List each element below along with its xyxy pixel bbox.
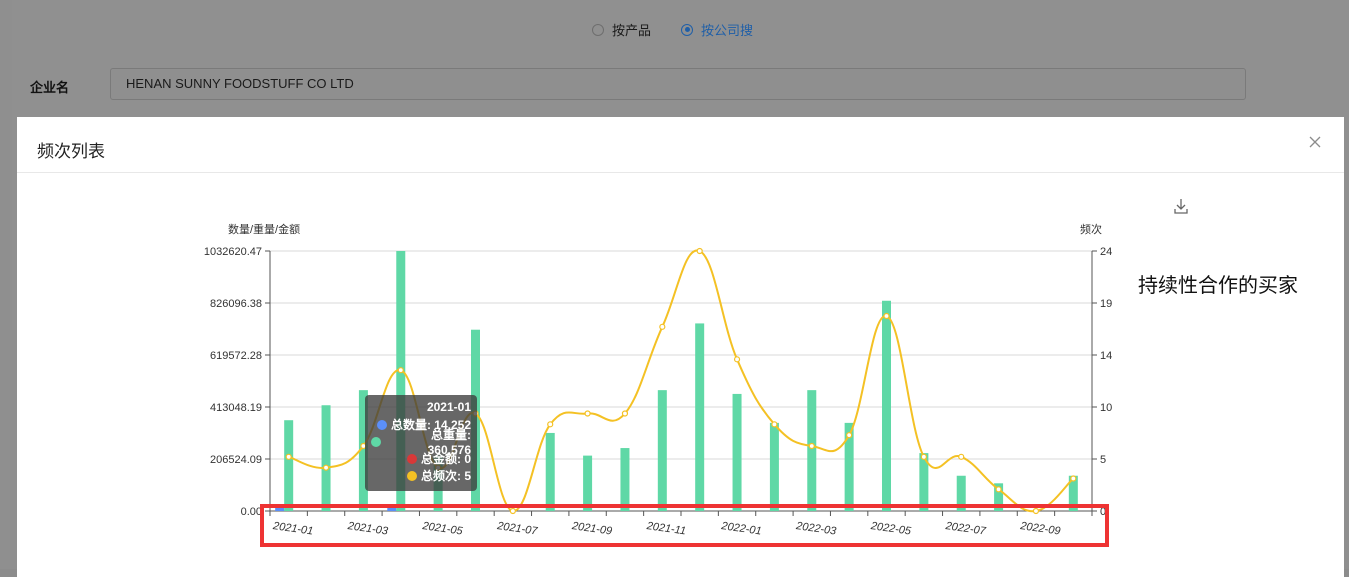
bar	[321, 405, 331, 511]
line-point	[322, 464, 330, 471]
left-tick-label: 413048.19	[210, 402, 262, 414]
radio-by-product-label[interactable]: 按产品	[612, 20, 651, 39]
x-tick-label: 2021-07	[495, 520, 539, 538]
radio-by-product[interactable]	[592, 23, 604, 36]
bar	[769, 422, 779, 511]
bar	[807, 390, 817, 511]
bar	[545, 432, 555, 511]
right-tick-label: 19	[1100, 298, 1112, 310]
line-point	[1070, 475, 1077, 482]
chart-tooltip: 2021-01 总数量: 14,252 总重量: 360,576 总金额: 0 …	[365, 395, 477, 491]
x-tick-label: 2022-01	[720, 520, 763, 538]
x-tick-label: 2021-05	[421, 520, 465, 538]
left-tick-label: 206524.09	[210, 454, 262, 466]
left-tick-label: 619572.28	[210, 350, 262, 362]
tooltip-title: 2021-01	[426, 400, 471, 414]
bar	[882, 300, 891, 511]
line-point	[397, 367, 404, 374]
bar	[732, 393, 742, 511]
left-axis-name: 数量/重量/金额	[228, 222, 300, 236]
line-point	[846, 432, 853, 439]
right-tick-label: 24	[1100, 246, 1112, 258]
company-name-label: 企业名	[30, 81, 70, 96]
frequency-chart: 数量/重量/金额 频次 1032620.47 24 826096.38 19 61957…	[204, 222, 1112, 538]
bar	[956, 475, 966, 511]
line-point	[771, 421, 778, 428]
right-tick-label: 14	[1100, 350, 1112, 362]
line-point	[883, 312, 890, 320]
x-tick-label: 2021-03	[346, 520, 390, 538]
tooltip-row-label: 总频次: 5	[420, 469, 471, 483]
right-tick-label: 5	[1100, 454, 1106, 466]
bar	[620, 448, 630, 511]
line-point	[1032, 507, 1040, 515]
x-tick-label: 2022-03	[794, 520, 838, 538]
radio-by-company-label[interactable]: 按公司搜	[701, 20, 753, 39]
bar	[583, 455, 593, 511]
radio-by-company[interactable]	[681, 23, 694, 36]
line-point	[659, 323, 666, 330]
bar	[275, 507, 285, 511]
bar	[695, 323, 705, 511]
series-dot-icon	[406, 453, 417, 464]
left-tick-label: 1032620.47	[204, 246, 262, 258]
x-tick-label: 2022-07	[944, 520, 988, 538]
frequency-modal: 频次列表 数量/重量/金额 频次 1032620.47 24 826096.38 19…	[17, 117, 1344, 577]
bar	[284, 420, 294, 511]
line-point	[995, 486, 1002, 493]
tooltip-row: 总重量: 360,576	[371, 428, 471, 457]
line-point	[920, 453, 927, 460]
line-point	[621, 410, 629, 417]
line-point	[808, 442, 815, 450]
x-tick-label: 2022-09	[1019, 520, 1062, 538]
line-point	[958, 453, 965, 460]
right-tick-label: 10	[1100, 402, 1112, 414]
line-point	[696, 247, 703, 255]
line-point	[509, 507, 516, 515]
line-point	[584, 410, 591, 417]
x-tick-label: 2021-09	[570, 520, 613, 538]
bar	[657, 390, 667, 511]
company-name-input[interactable]: HENAN SUNNY FOODSTUFF CO LTD	[110, 68, 1246, 100]
x-tick-label: 2021-01	[271, 520, 314, 538]
search-mode-radio-group: 按产品 按公司搜	[592, 20, 753, 39]
right-tick-label: 0	[1100, 506, 1106, 518]
x-tick-label: 2021-11	[645, 520, 687, 538]
right-axis-name: 频次	[1080, 222, 1102, 236]
tooltip-row: 总频次: 5	[371, 467, 471, 484]
left-tick-label: 0.00	[241, 506, 262, 518]
tooltip-row-label: 总金额: 0	[420, 452, 471, 466]
series-dot-icon	[371, 436, 381, 447]
x-tick-label: 2022-05	[869, 520, 913, 538]
side-note: 持续性合作的买家	[1138, 273, 1298, 297]
left-tick-label: 826096.38	[210, 298, 262, 310]
series-dot-icon	[406, 470, 417, 481]
bar	[387, 507, 397, 511]
line-point	[285, 453, 292, 460]
line-point	[733, 356, 741, 363]
line-point	[547, 421, 554, 428]
